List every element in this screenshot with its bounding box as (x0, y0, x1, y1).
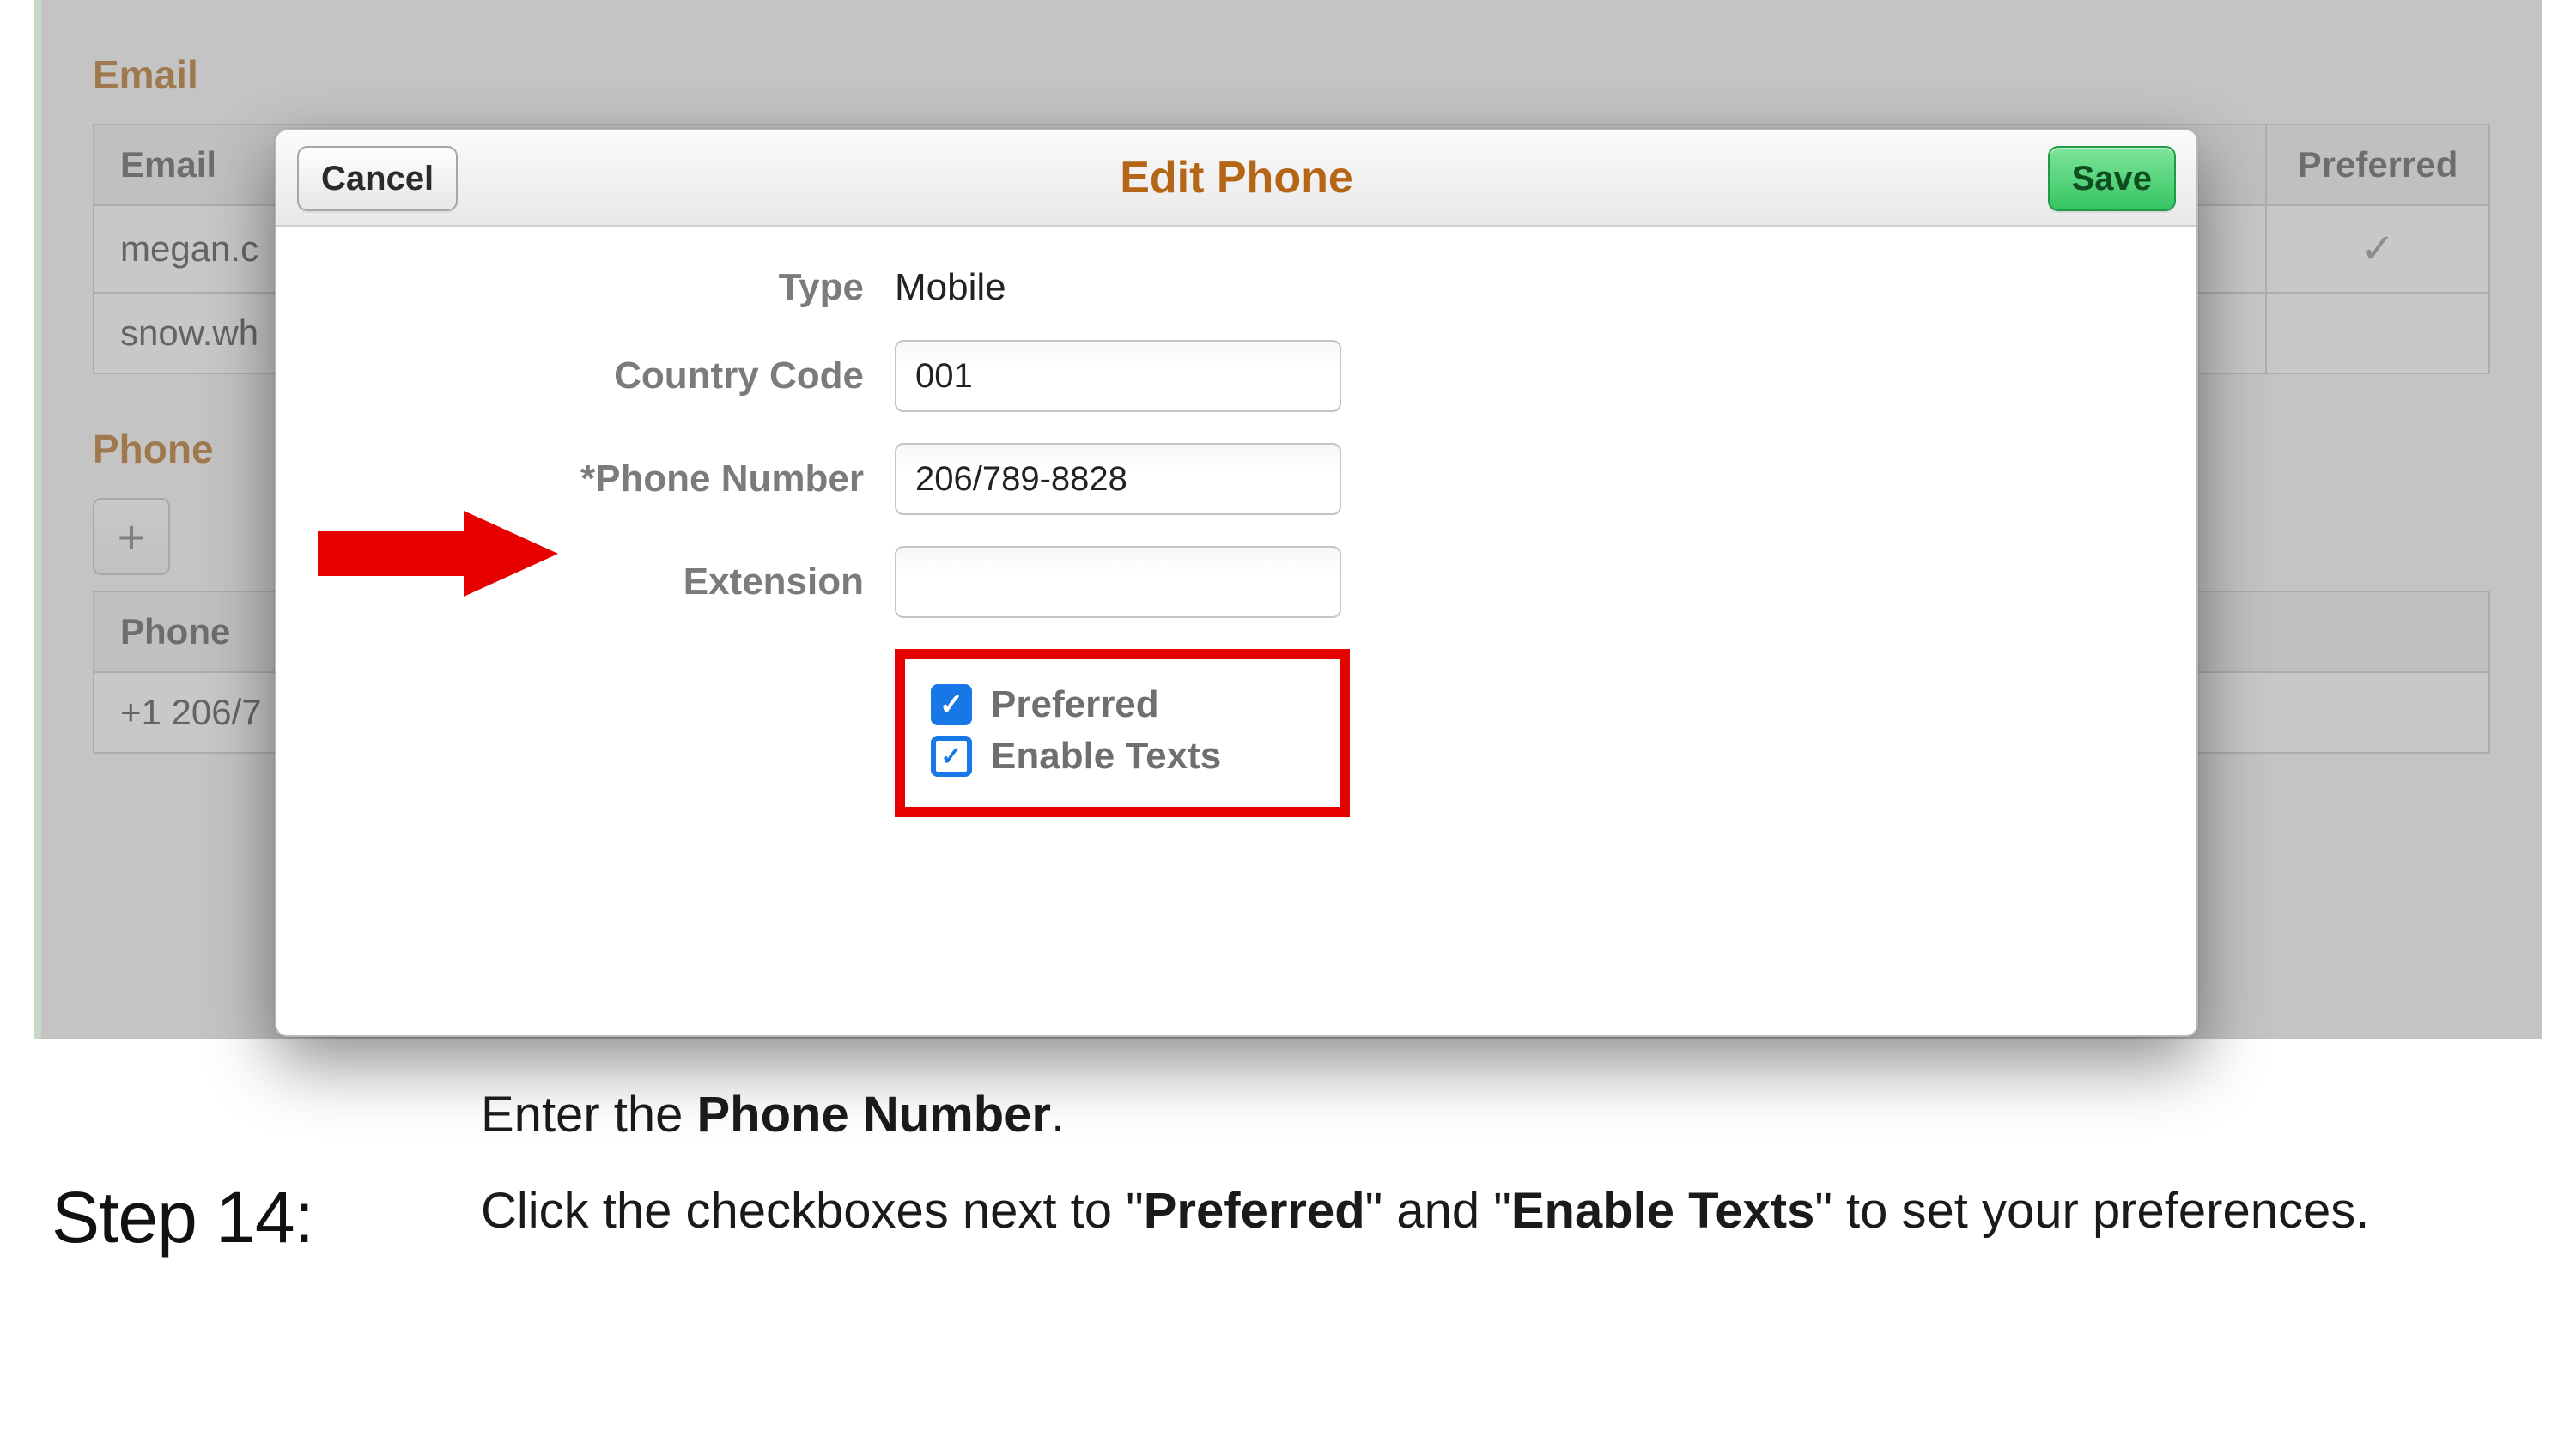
preferred-checkbox-label: Preferred (991, 683, 1159, 726)
extension-label: Extension (380, 561, 895, 603)
modal-title: Edit Phone (1120, 152, 1353, 203)
checkbox-highlight-box: Preferred Enable Texts (895, 649, 1350, 817)
type-value: Mobile (895, 266, 1006, 309)
instruction-block: Step 14: Enter the Phone Number. Click t… (52, 1082, 2524, 1275)
add-phone-button[interactable]: + (93, 498, 170, 575)
country-code-label: Country Code (380, 355, 895, 397)
preferred-header: Preferred (2266, 124, 2489, 205)
preferred-checkbox[interactable] (931, 684, 972, 725)
checkmark-icon: ✓ (2360, 227, 2395, 272)
step-label: Step 14: (52, 1176, 313, 1259)
enable-texts-checkbox-label: Enable Texts (991, 735, 1221, 778)
plus-icon: + (118, 509, 146, 565)
country-code-input[interactable] (895, 340, 1341, 412)
save-button[interactable]: Save (2048, 146, 2176, 211)
phone-number-label: *Phone Number (380, 458, 895, 500)
instruction-line-2: Click the checkboxes next to "Preferred"… (481, 1178, 2524, 1245)
instruction-line-1: Enter the Phone Number. (481, 1082, 2524, 1149)
modal-header: Cancel Edit Phone Save (276, 130, 2196, 227)
cancel-button[interactable]: Cancel (297, 146, 458, 211)
enable-texts-checkbox[interactable] (931, 736, 972, 777)
edit-phone-modal: Cancel Edit Phone Save Type Mobile Count… (275, 129, 2198, 1037)
type-label: Type (380, 266, 895, 309)
email-section-title: Email (93, 52, 2490, 98)
extension-input[interactable] (895, 546, 1341, 618)
phone-number-input[interactable] (895, 443, 1341, 515)
